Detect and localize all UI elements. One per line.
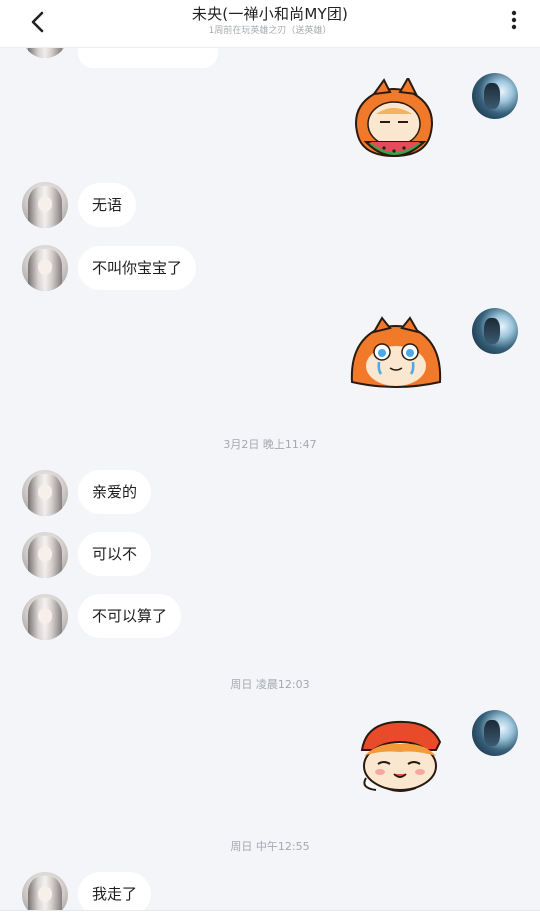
message-bubble[interactable]: 可以不: [78, 532, 152, 576]
my-avatar[interactable]: [472, 710, 518, 756]
friend-avatar[interactable]: [22, 532, 68, 578]
timestamp: 周日 中午12:55: [230, 840, 310, 853]
chat-area[interactable]: 无语 不叫你宝宝了 3月2日 晚上11:47 亲爱的 可以不 不可以算了 周日 …: [0, 48, 540, 916]
chat-header: 未央(一禅小和尚MY团) 1周前在玩英雄之刃（送英雄）: [0, 0, 540, 48]
my-avatar[interactable]: [472, 73, 518, 119]
vertical-dots-icon: [511, 10, 517, 30]
sticker-watermelon-cat[interactable]: [344, 78, 444, 164]
message-bubble[interactable]: 亲爱的: [78, 470, 152, 514]
timestamp: 3月2日 晚上11:47: [223, 438, 317, 451]
sticker-hiding-girl[interactable]: [356, 716, 448, 794]
message-bubble-partial: [78, 48, 218, 68]
timestamp: 周日 凌晨12:03: [230, 678, 310, 691]
chat-title: 未央(一禅小和尚MY团): [191, 5, 349, 23]
friend-avatar[interactable]: [22, 48, 68, 58]
my-avatar[interactable]: [472, 308, 518, 354]
friend-avatar[interactable]: [22, 245, 68, 291]
message-bubble[interactable]: 不可以算了: [78, 594, 182, 638]
friend-avatar[interactable]: [22, 182, 68, 228]
friend-avatar[interactable]: [22, 594, 68, 640]
sticker-crying-cat[interactable]: [346, 316, 446, 390]
message-bubble[interactable]: 不叫你宝宝了: [78, 246, 197, 290]
friend-status: 1周前在玩英雄之刃（送英雄）: [208, 26, 332, 36]
more-options-button[interactable]: [502, 6, 526, 34]
input-bar-edge: [0, 910, 540, 916]
friend-avatar[interactable]: [22, 470, 68, 516]
message-bubble[interactable]: 无语: [78, 183, 137, 227]
